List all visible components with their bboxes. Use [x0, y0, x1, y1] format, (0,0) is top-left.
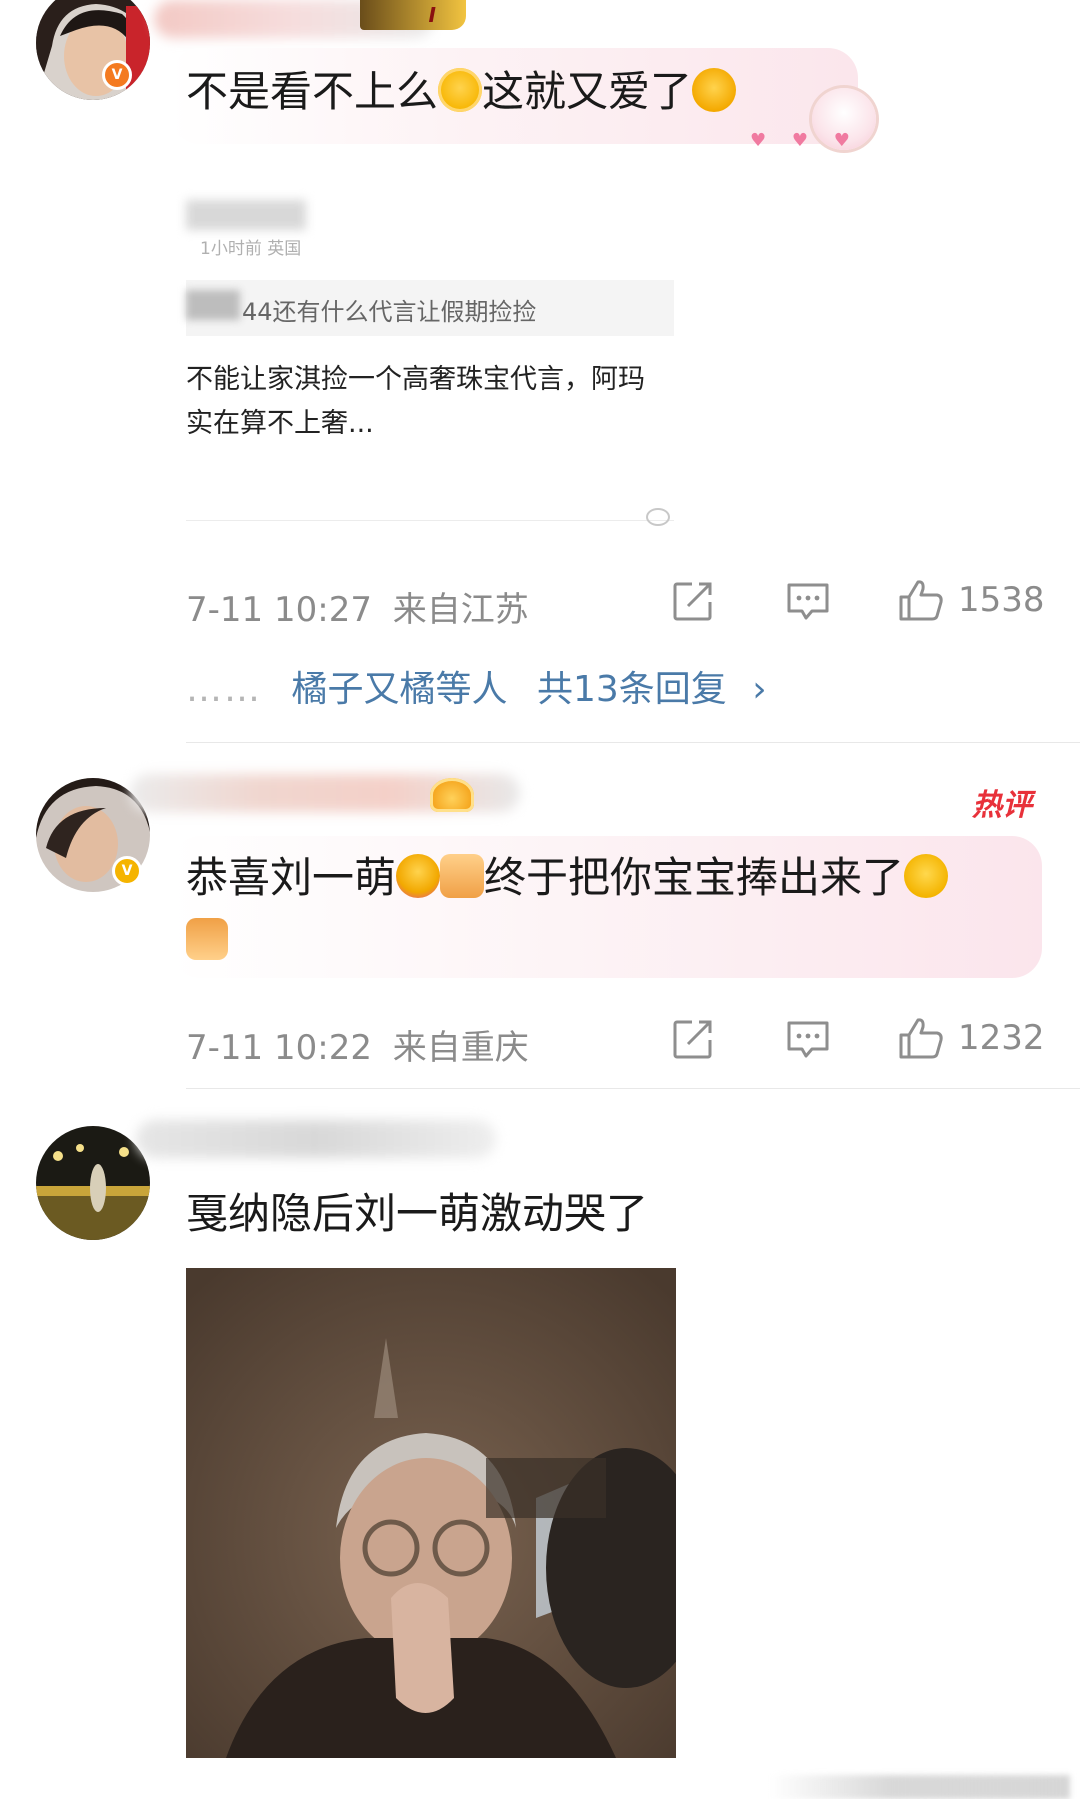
comment-location: 来自重庆: [392, 1028, 529, 1068]
verified-badge-icon: V: [102, 60, 132, 90]
thumbs-up-emoji-icon: [440, 854, 485, 898]
like-button[interactable]: 1232: [898, 1016, 1045, 1060]
comment-meta: 7-11 10:27 来自江苏: [186, 582, 529, 631]
comment-button[interactable]: [786, 1020, 830, 1060]
comment-icon: [787, 1021, 829, 1058]
photo-image: [186, 1268, 676, 1758]
comment-text-part2: 终于把你宝宝捧出来了: [484, 853, 905, 902]
comment-location: 来自江苏: [392, 590, 529, 630]
quote-author-blurred: [186, 200, 306, 230]
replies-dots: ……: [186, 669, 262, 710]
comment-time: 7-11 10:27: [186, 590, 372, 630]
quote-title: 44还有什么代言让假期捡捡: [242, 298, 537, 326]
watermark-blurred: [770, 1775, 1070, 1799]
replies-suffix: 等人: [435, 669, 508, 710]
crown-badge-icon: I: [360, 0, 466, 30]
smile-emoji-icon: [904, 854, 949, 898]
quote-title-blurred: [186, 290, 240, 320]
comment-text-part1: 恭喜刘一萌: [186, 853, 397, 902]
share-icon: [673, 582, 712, 621]
comment-text: 恭喜刘一萌 终于把你宝宝捧出来了: [186, 850, 949, 906]
quote-meta: 1小时前 英国: [200, 239, 302, 259]
thumbs-down-emoji-icon: [186, 918, 228, 960]
comment-text: 戛纳隐后刘一萌激动哭了: [186, 1189, 649, 1238]
quoted-post-card[interactable]: 1小时前 英国 44还有什么代言让假期捡捡 不能让家淇捡一个高奢珠宝代言，阿玛 …: [186, 190, 674, 530]
hug-emoji-icon: [396, 854, 441, 898]
share-icon: [673, 1020, 712, 1059]
kiss-emoji-icon: [438, 68, 483, 112]
thumbs-up-icon: [899, 1018, 943, 1059]
quote-title-strip: 44还有什么代言让假期捡捡: [186, 280, 674, 336]
avatar[interactable]: [36, 0, 150, 100]
verified-badge-icon: V: [112, 856, 142, 886]
comment-text: 不是看不上么 这就又爱了: [186, 64, 737, 120]
avatar-image: [36, 1126, 150, 1240]
quote-divider: [186, 520, 674, 521]
weibo-logo-icon: [646, 508, 670, 526]
hot-comment-tag: 热评: [972, 788, 1032, 823]
comment-text-part2: 这就又爱了: [482, 67, 693, 116]
comment-photo[interactable]: [186, 1268, 676, 1758]
hearts-decoration-icon: ♥ ♥ ♥: [750, 130, 860, 151]
chevron-right-icon: ›: [752, 669, 767, 710]
comment-text-part1: 不是看不上么: [186, 67, 439, 116]
crown-badge-icon: [430, 778, 474, 812]
thumbs-up-icon: [899, 580, 943, 621]
like-button[interactable]: 1538: [898, 578, 1045, 622]
username-blurred[interactable]: [136, 1120, 496, 1158]
comment-meta: 7-11 10:22 来自重庆: [186, 1020, 529, 1069]
quote-body: 不能让家淇捡一个高奢珠宝代言，阿玛 实在算不上奢...: [186, 364, 645, 439]
surprised-emoji-icon: [692, 68, 737, 112]
comment-divider: [186, 742, 1080, 743]
comment-icon: [787, 583, 829, 620]
replies-total[interactable]: 共13条回复: [537, 669, 727, 710]
share-button[interactable]: [672, 580, 714, 622]
like-count: 1538: [958, 580, 1045, 620]
like-count: 1232: [958, 1018, 1045, 1058]
replies-link[interactable]: …… 橘子又橘等人 共13条回复 ›: [186, 660, 767, 712]
replies-names[interactable]: 橘子又橘: [291, 669, 435, 710]
avatar[interactable]: [36, 1126, 150, 1240]
comment-time: 7-11 10:22: [186, 1028, 372, 1068]
comment-button[interactable]: [786, 582, 830, 622]
comment-divider: [186, 1088, 1080, 1089]
share-button[interactable]: [672, 1018, 714, 1060]
avatar-image: [36, 0, 150, 100]
